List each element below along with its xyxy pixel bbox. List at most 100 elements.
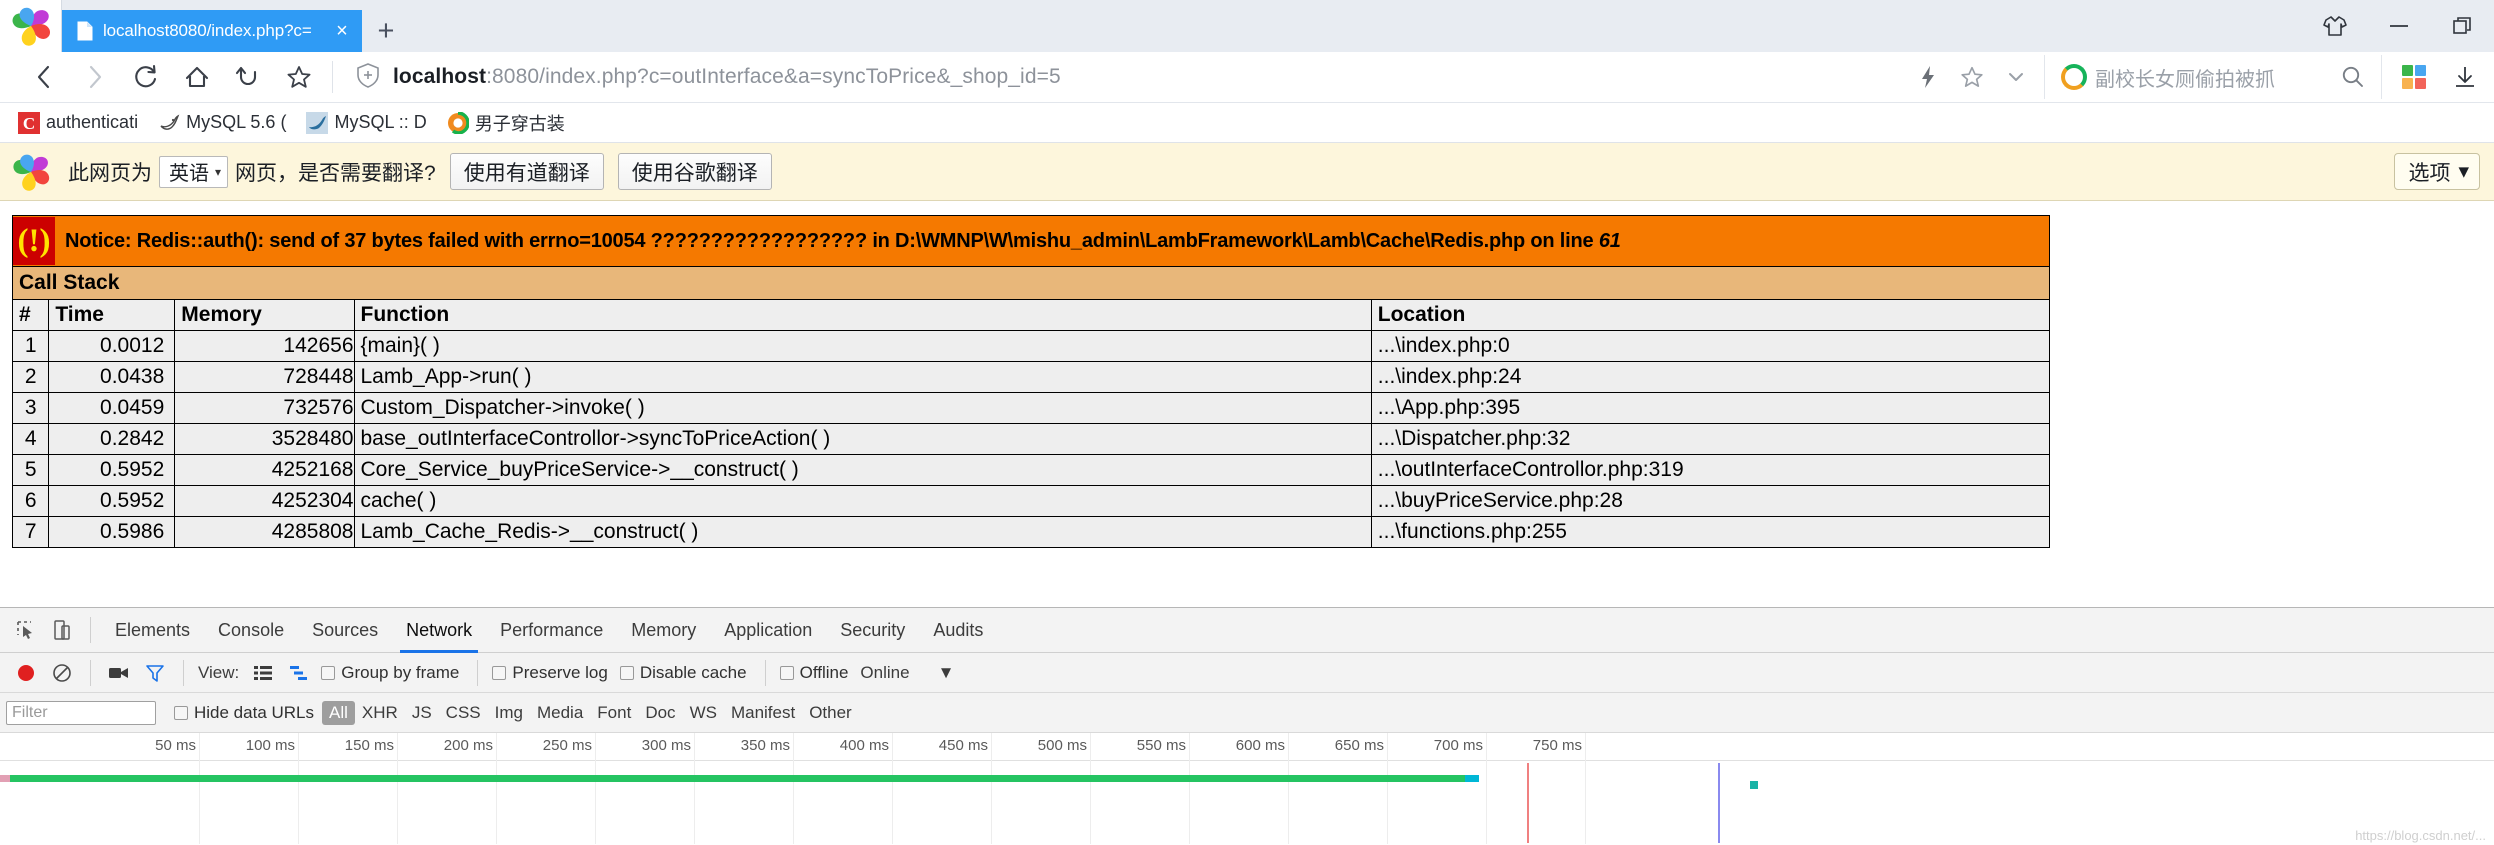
warning-glyph: (!) <box>17 222 51 259</box>
bookmark-star-button[interactable] <box>273 55 324 99</box>
cell-function: Core_Service_buyPriceService->__construc… <box>353 454 1372 486</box>
tab-performance[interactable]: Performance <box>486 608 617 653</box>
translate-google-button[interactable]: 使用谷歌翻译 <box>617 153 772 190</box>
minimize-button[interactable] <box>2386 13 2412 39</box>
tick-label: 250 ms <box>542 737 592 754</box>
table-row: 5 0.5952 4252168 Core_Service_buyPriceSe… <box>11 454 2051 486</box>
bookmark-item-mysql-d[interactable]: MySQL :: D <box>296 107 436 139</box>
translate-youdao-button[interactable]: 使用有道翻译 <box>449 153 604 190</box>
column-header-memory: Memory <box>174 299 355 331</box>
filter-input[interactable]: Filter <box>6 700 156 725</box>
translate-options-button[interactable]: 选项 ▾ <box>2394 153 2480 190</box>
browser-tab-active[interactable]: localhost8080/index.php?c= × <box>62 10 362 52</box>
view-waterfall-icon[interactable] <box>281 655 317 691</box>
network-timeline[interactable]: 50 ms 100 ms 150 ms 200 ms 250 ms 300 ms… <box>0 733 2494 845</box>
disable-cache-checkbox[interactable]: Disable cache <box>619 663 747 683</box>
reload-button[interactable] <box>120 55 171 99</box>
timeline-tick: 450 ms <box>939 733 992 844</box>
filter-type-all[interactable]: All <box>322 700 355 725</box>
undo-restore-button[interactable] <box>222 55 273 99</box>
browser-toolbar-right <box>2381 55 2494 99</box>
filter-type-media[interactable]: Media <box>530 701 590 725</box>
star-favorite-icon[interactable] <box>1950 57 1994 97</box>
tick-label: 600 ms <box>1235 737 1285 754</box>
cell-time: 0.0012 <box>48 330 176 362</box>
column-header-location: Location <box>1370 299 2051 331</box>
filter-type-xhr[interactable]: XHR <box>355 701 405 725</box>
home-button[interactable] <box>171 55 222 99</box>
tab-sources[interactable]: Sources <box>298 608 392 653</box>
offline-checkbox[interactable]: Offline <box>779 662 849 683</box>
translate-language-select[interactable]: 英语 ▾ <box>159 155 229 188</box>
filter-type-font[interactable]: Font <box>590 701 638 725</box>
bookmark-item-news[interactable]: 男子穿古装 <box>437 107 575 139</box>
search-icon[interactable] <box>2331 57 2375 97</box>
checkbox-box <box>779 665 794 680</box>
preserve-log-checkbox[interactable]: Preserve log <box>492 662 608 683</box>
offline-label: Offline <box>799 662 849 682</box>
tab-memory[interactable]: Memory <box>617 608 710 653</box>
tab-security[interactable]: Security <box>826 608 919 653</box>
cell-function: cache( ) <box>353 485 1372 517</box>
chevron-down-icon[interactable]: ▼ <box>938 663 955 683</box>
new-tab-button[interactable]: + <box>362 10 410 52</box>
timeline-tick: 150 ms <box>345 733 398 844</box>
filter-funnel-icon[interactable] <box>137 655 173 691</box>
filter-type-ws[interactable]: WS <box>683 701 724 725</box>
tab-close-icon[interactable]: × <box>330 19 354 43</box>
window-controls <box>2322 0 2494 52</box>
bookmarks-bar: C authenticati MySQL 5.6 ( MySQL :: D 男子… <box>0 103 2494 143</box>
forward-button[interactable] <box>69 55 120 99</box>
timeline-tick: 250 ms <box>543 733 596 844</box>
notice-line-number: 61 <box>1598 229 1621 252</box>
cell-memory: 3528480 <box>174 423 355 455</box>
clear-button[interactable] <box>44 655 80 691</box>
record-button[interactable] <box>8 655 44 691</box>
security-shield-icon[interactable] <box>355 61 381 94</box>
restore-maximize-button[interactable] <box>2450 13 2476 39</box>
cell-location: ...\functions.php:255 <box>1370 516 2051 548</box>
tab-network[interactable]: Network <box>392 608 486 653</box>
tab-elements[interactable]: Elements <box>101 608 204 653</box>
group-by-frame-checkbox[interactable]: Group by frame <box>321 663 459 683</box>
hide-data-urls-checkbox[interactable]: Hide data URLs <box>174 703 314 723</box>
filter-type-manifest[interactable]: Manifest <box>724 701 802 725</box>
search-box[interactable]: 副校长女厕偷拍被抓 <box>2044 55 2381 99</box>
download-icon[interactable] <box>2452 64 2478 90</box>
inspect-element-icon[interactable] <box>8 612 44 648</box>
bookmark-item-authenticati[interactable]: C authenticati <box>8 107 148 139</box>
tab-console[interactable]: Console <box>204 608 298 653</box>
lightning-icon[interactable] <box>1906 57 1950 97</box>
back-button[interactable] <box>18 55 69 99</box>
filter-type-doc[interactable]: Doc <box>638 701 682 725</box>
tab-application[interactable]: Application <box>710 608 826 653</box>
filter-type-css[interactable]: CSS <box>439 701 488 725</box>
call-stack-header-row: # Time Memory Function Location <box>11 299 2051 331</box>
nav-button-group <box>0 55 324 99</box>
view-list-icon[interactable] <box>245 655 281 691</box>
chevron-down-icon[interactable] <box>1994 57 2038 97</box>
bookmark-item-mysql56[interactable]: MySQL 5.6 ( <box>148 107 296 139</box>
page-document-icon <box>77 21 93 41</box>
filter-type-img[interactable]: Img <box>488 701 530 725</box>
cell-function: Lamb_Cache_Redis->__construct( ) <box>353 516 1372 548</box>
tab-audits[interactable]: Audits <box>919 608 997 653</box>
tick-label: 50 ms <box>155 737 196 754</box>
camera-filmstrip-icon[interactable] <box>101 655 137 691</box>
cell-time: 0.0459 <box>48 392 176 424</box>
timeline-bar-request <box>10 775 1465 782</box>
filter-type-other[interactable]: Other <box>802 701 859 725</box>
device-toolbar-icon[interactable] <box>44 612 80 648</box>
filter-type-js[interactable]: JS <box>405 701 439 725</box>
preserve-log-label: Preserve log <box>512 662 608 682</box>
cell-location: ...\buyPriceService.php:28 <box>1370 485 2051 517</box>
notice-message: Notice: Redis::auth(): send of 37 bytes … <box>65 229 1599 252</box>
360-search-icon <box>2061 64 2087 90</box>
address-bar[interactable]: localhost:8080/index.php?c=outInterface&… <box>341 55 1906 99</box>
cell-index: 7 <box>11 516 50 548</box>
shirt-skin-icon[interactable] <box>2322 13 2348 39</box>
address-bar-actions <box>1906 57 2044 97</box>
throttling-select[interactable]: Online <box>860 663 909 683</box>
timeline-request-dot <box>1750 781 1758 789</box>
apps-grid-icon[interactable] <box>2402 65 2426 89</box>
